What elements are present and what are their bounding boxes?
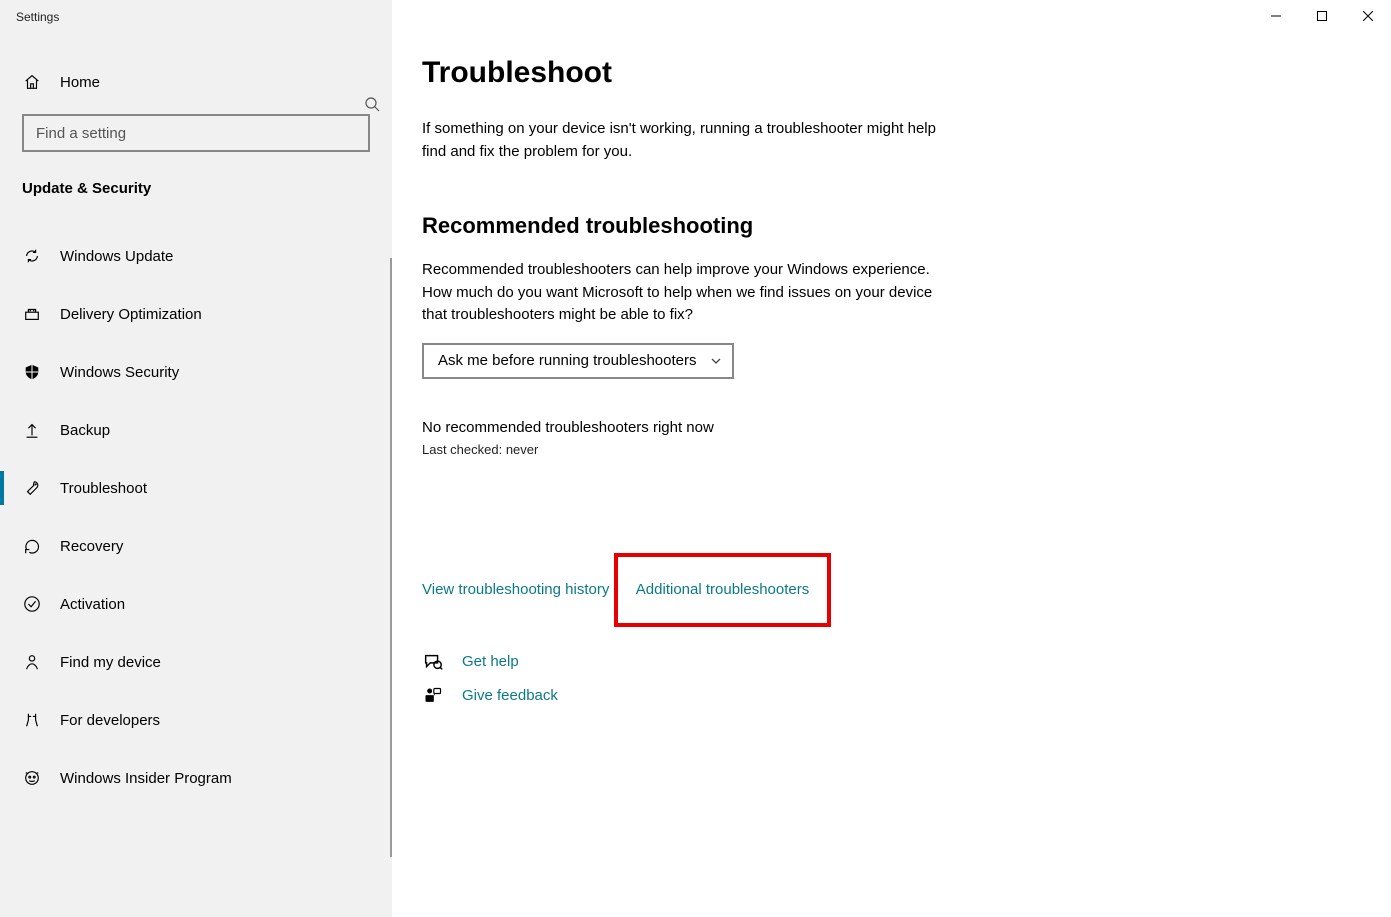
highlight-annotation: Additional troubleshooters bbox=[614, 553, 831, 627]
refresh-icon bbox=[22, 246, 42, 266]
troubleshoot-preference-dropdown[interactable]: Ask me before running troubleshooters bbox=[422, 343, 734, 379]
sidebar-item-label: Windows Insider Program bbox=[60, 770, 232, 787]
home-label: Home bbox=[60, 74, 100, 91]
sidebar-nav: Windows Update Delivery Optimization bbox=[0, 227, 392, 807]
intro-text: If something on your device isn't workin… bbox=[422, 118, 942, 163]
backup-icon bbox=[22, 420, 42, 440]
sidebar-item-for-developers[interactable]: For developers bbox=[0, 691, 392, 749]
shield-icon bbox=[22, 362, 42, 382]
sidebar-item-delivery-optimization[interactable]: Delivery Optimization bbox=[0, 285, 392, 343]
get-help-link[interactable]: Get help bbox=[462, 653, 519, 670]
sidebar-item-label: Backup bbox=[60, 422, 110, 439]
section-title: Update & Security bbox=[0, 152, 392, 207]
sidebar-item-troubleshoot[interactable]: Troubleshoot bbox=[0, 459, 392, 517]
dropdown-value: Ask me before running troubleshooters bbox=[438, 352, 696, 369]
help-chat-icon bbox=[422, 651, 444, 673]
sidebar-item-backup[interactable]: Backup bbox=[0, 401, 392, 459]
sidebar-item-find-my-device[interactable]: Find my device bbox=[0, 633, 392, 691]
status-text: No recommended troubleshooters right now bbox=[422, 419, 1353, 436]
section-body: Recommended troubleshooters can help imp… bbox=[422, 259, 942, 327]
check-circle-icon bbox=[22, 594, 42, 614]
section-heading: Recommended troubleshooting bbox=[422, 213, 1353, 239]
sidebar-item-label: Windows Update bbox=[60, 248, 173, 265]
home-icon bbox=[22, 72, 42, 92]
insider-icon bbox=[22, 768, 42, 788]
sidebar-item-recovery[interactable]: Recovery bbox=[0, 517, 392, 575]
wrench-icon bbox=[22, 478, 42, 498]
sidebar-item-label: Delivery Optimization bbox=[60, 306, 202, 323]
sidebar-item-label: Recovery bbox=[60, 538, 123, 555]
sidebar-item-label: Activation bbox=[60, 596, 125, 613]
app-title: Settings bbox=[0, 0, 392, 24]
main-content: Troubleshoot If something on your device… bbox=[392, 0, 1391, 917]
chevron-down-icon bbox=[710, 355, 722, 367]
feedback-icon bbox=[422, 685, 444, 707]
search-input[interactable] bbox=[22, 114, 370, 152]
view-history-link[interactable]: View troubleshooting history bbox=[422, 581, 609, 598]
additional-troubleshooters-link[interactable]: Additional troubleshooters bbox=[636, 581, 809, 598]
delivery-icon bbox=[22, 304, 42, 324]
recovery-icon bbox=[22, 536, 42, 556]
sidebar-item-label: Find my device bbox=[60, 654, 161, 671]
sidebar-item-windows-security[interactable]: Windows Security bbox=[0, 343, 392, 401]
sidebar-item-windows-update[interactable]: Windows Update bbox=[0, 227, 392, 285]
sidebar-item-activation[interactable]: Activation bbox=[0, 575, 392, 633]
sidebar-item-label: Troubleshoot bbox=[60, 480, 147, 497]
tools-icon bbox=[22, 710, 42, 730]
sidebar-item-label: For developers bbox=[60, 712, 160, 729]
sidebar-home[interactable]: Home bbox=[0, 54, 392, 110]
status-subtext: Last checked: never bbox=[422, 442, 1353, 457]
sidebar-item-label: Windows Security bbox=[60, 364, 179, 381]
sidebar: Settings Home Update & Security bbox=[0, 0, 392, 917]
give-feedback-link[interactable]: Give feedback bbox=[462, 687, 558, 704]
sidebar-item-windows-insider[interactable]: Windows Insider Program bbox=[0, 749, 392, 807]
page-title: Troubleshoot bbox=[422, 56, 1353, 90]
person-pin-icon bbox=[22, 652, 42, 672]
